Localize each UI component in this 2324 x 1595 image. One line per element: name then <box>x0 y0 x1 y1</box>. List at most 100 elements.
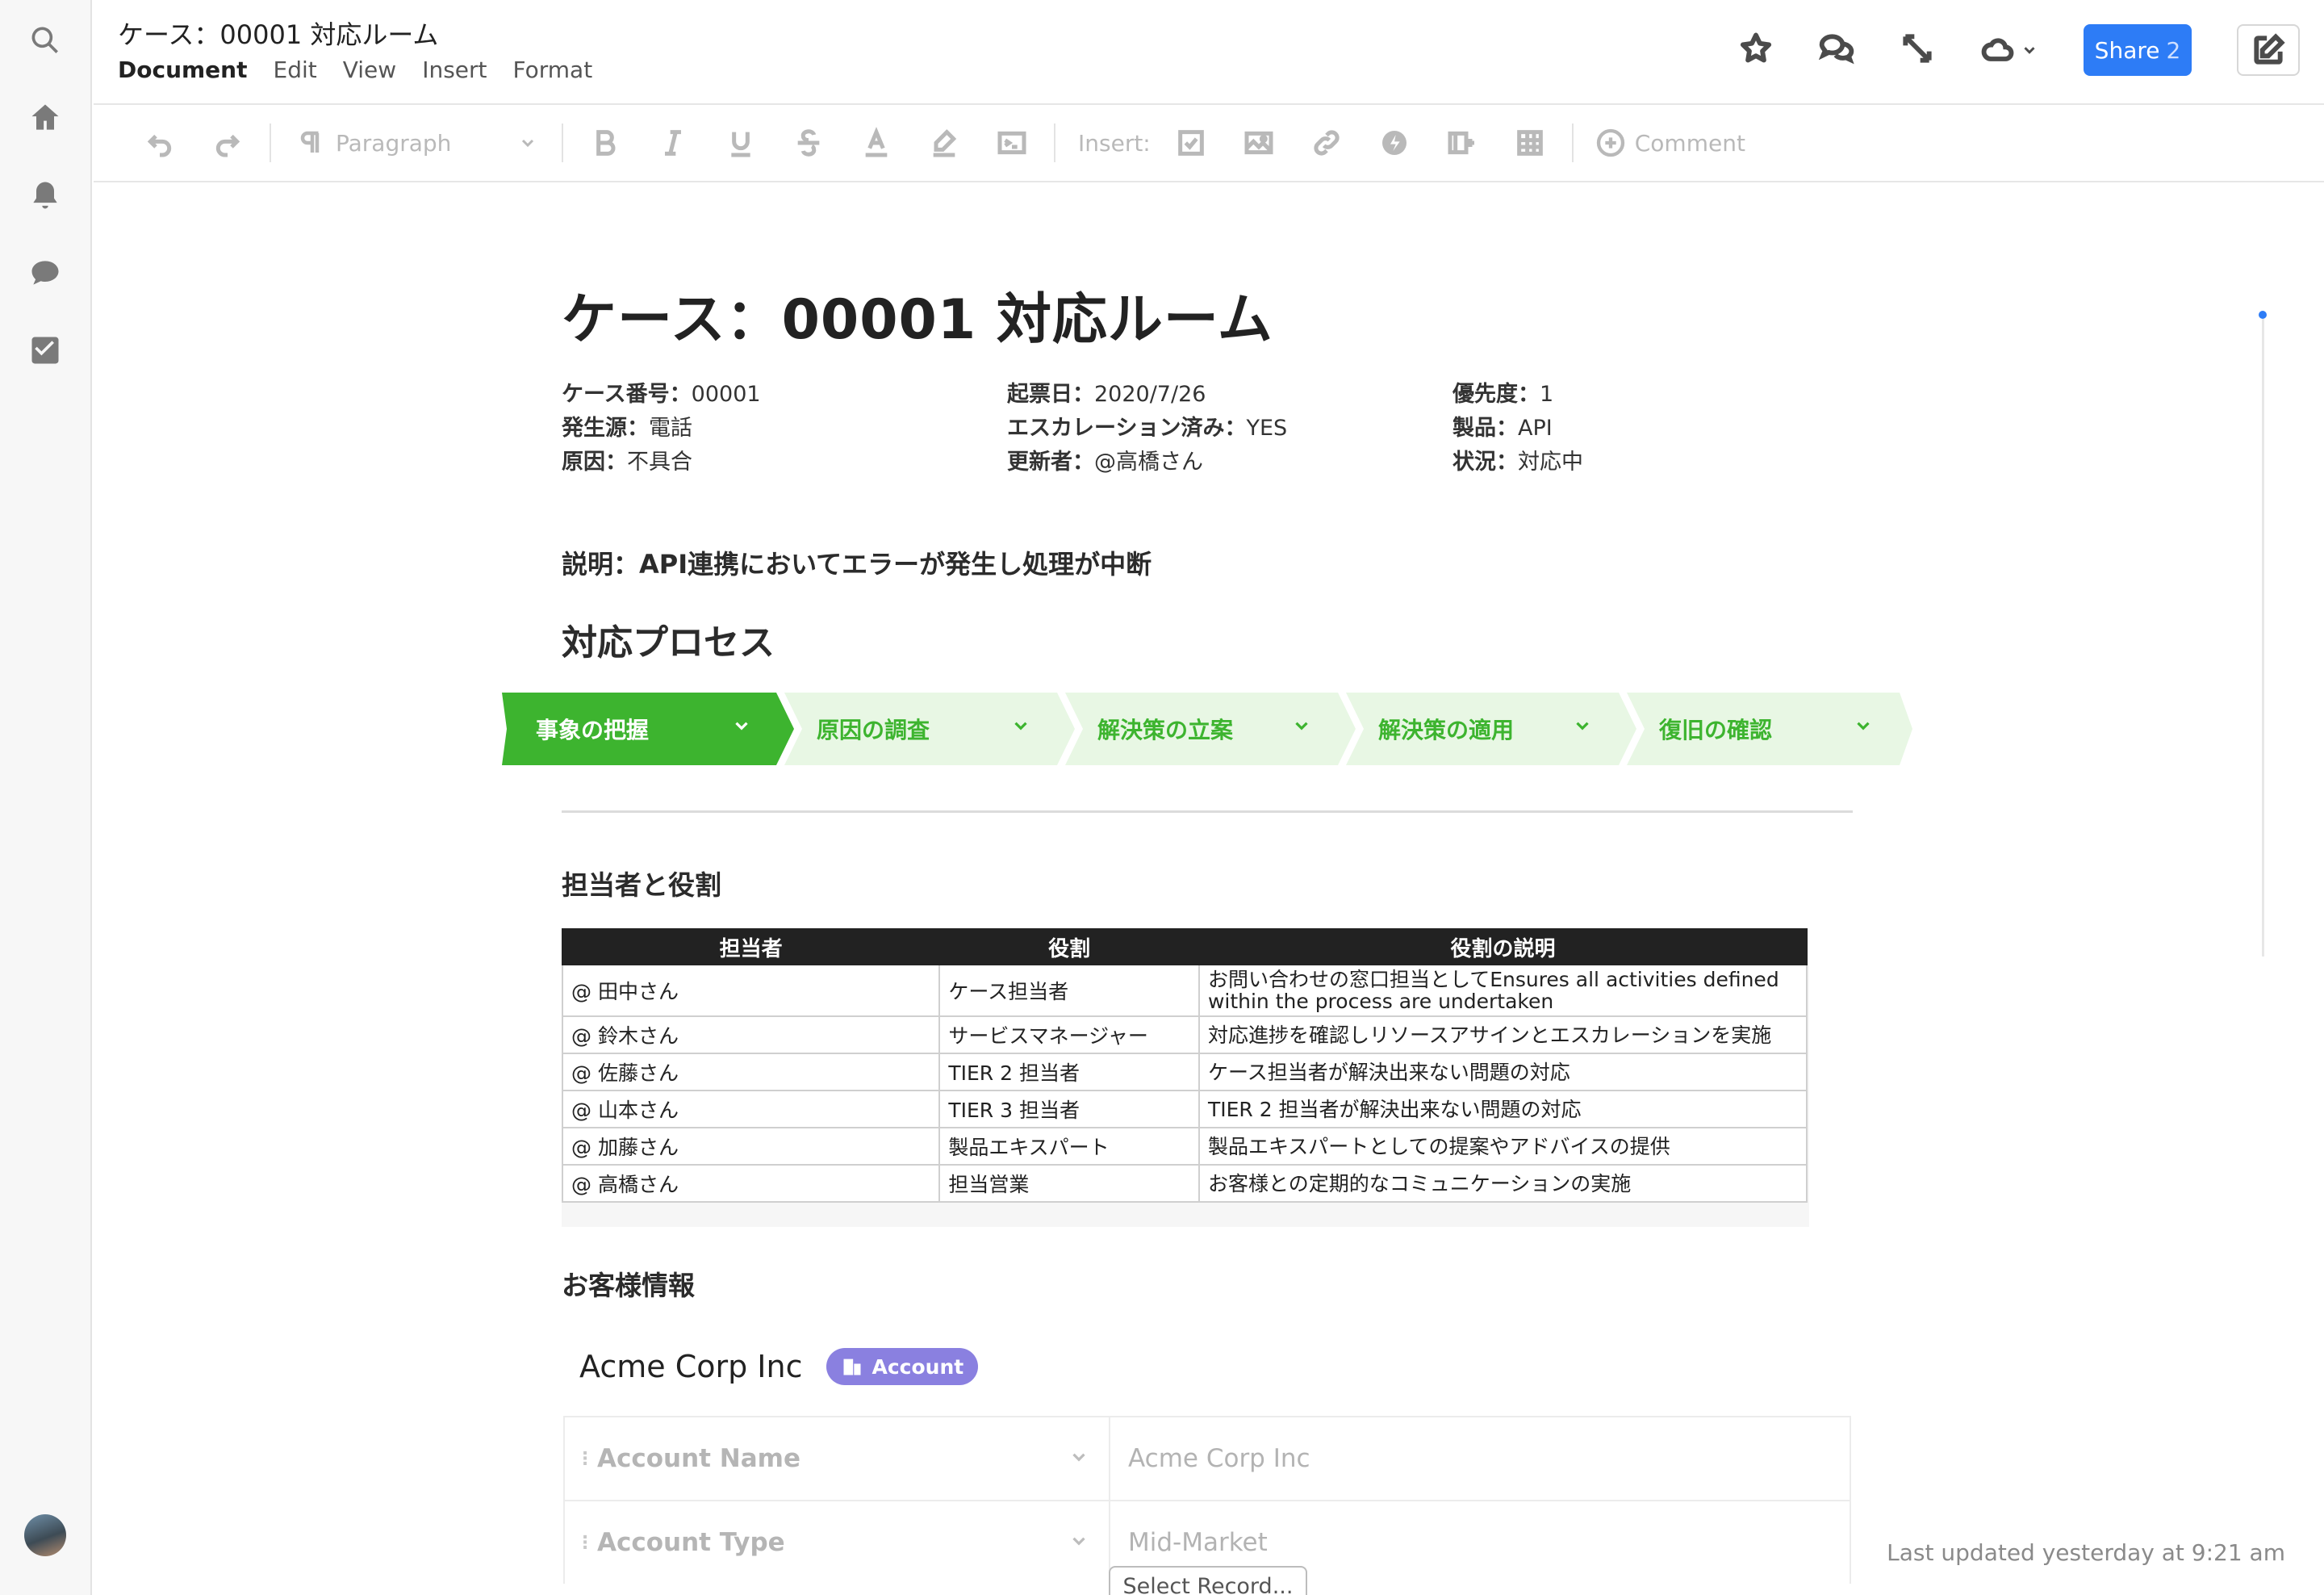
case-description[interactable]: 説明：API連携においてエラーが発生し処理が中断 <box>562 544 1152 581</box>
share-button[interactable]: Share 2 <box>2084 24 2192 76</box>
page-title[interactable]: ケース：00001 対応ルーム <box>562 274 1950 354</box>
role-cell[interactable]: TIER 3 担当者 <box>938 1090 1200 1128</box>
paragraph-style-select[interactable]: Paragraph <box>279 128 554 157</box>
comment-button[interactable]: Comment <box>1595 127 1745 159</box>
chevron-down-icon <box>1072 1537 1085 1546</box>
menu-insert[interactable]: Insert <box>422 57 487 83</box>
document-header: ケース：00001 対応ルーム Document Edit View Inser… <box>94 0 2324 105</box>
cloud-menu-icon[interactable] <box>1980 32 2038 68</box>
roles-heading[interactable]: 担当者と役割 <box>562 864 721 902</box>
underline-icon[interactable] <box>707 119 775 167</box>
role-description-cell[interactable]: お問い合わせの窓口担当としてEnsures all activities def… <box>1198 964 1808 1017</box>
scroll-position-marker[interactable] <box>2259 311 2267 319</box>
meta-field: 発生源：電話 <box>562 416 692 441</box>
assignee-cell[interactable]: @ 佐藤さん <box>561 1053 941 1091</box>
checkbox-icon[interactable] <box>24 329 66 371</box>
share-label: Share <box>2094 36 2160 64</box>
field-label[interactable]: ⋮ Account Name <box>565 1417 1110 1500</box>
table-row: @ 高橋さん 担当営業 お客様との定期的なコミュニケーションの実施 <box>561 1164 1808 1203</box>
assignee-cell[interactable]: @ 加藤さん <box>561 1127 941 1166</box>
drag-handle-icon[interactable]: ⋮ <box>576 1533 594 1553</box>
menu-view[interactable]: View <box>343 57 396 83</box>
table-row: @ 加藤さん 製品エキスパート 製品エキスパートとしての提案やアドバイスの提供 <box>561 1127 1808 1166</box>
code-block-icon[interactable] <box>978 119 1046 167</box>
role-cell[interactable]: 担当営業 <box>938 1164 1200 1203</box>
roles-table: 担当者 役割 役割の説明 @ 田中さん ケース担当者 お問い合わせの窓口担当とし… <box>561 928 1808 1203</box>
chevron-down-icon <box>1857 722 1870 731</box>
customer-heading[interactable]: お客様情報 <box>562 1264 695 1303</box>
drag-handle-icon[interactable]: ⋮ <box>576 1449 594 1469</box>
table-row: @ 山本さん TIER 3 担当者 TIER 2 担当者が解決出来ない問題の対応 <box>561 1090 1808 1128</box>
strikethrough-icon[interactable] <box>775 119 842 167</box>
image-icon[interactable] <box>1225 119 1293 167</box>
avatar[interactable] <box>24 1514 66 1556</box>
building-icon <box>843 1358 861 1375</box>
role-cell[interactable]: サービスマネージャー <box>938 1015 1200 1054</box>
star-icon[interactable] <box>1738 31 1774 69</box>
path-step[interactable]: 解決策の立案 <box>1064 693 1344 765</box>
insert-label: Insert: <box>1078 129 1151 157</box>
chat-bubble-icon[interactable] <box>24 252 66 294</box>
role-description-cell[interactable]: 製品エキスパートとしての提案やアドバイスの提供 <box>1198 1127 1808 1166</box>
assignee-cell[interactable]: @ 田中さん <box>561 964 941 1017</box>
select-record-button[interactable]: Select Record... <box>1109 1566 1307 1595</box>
role-description-cell[interactable]: 対応進捗を確認しリソースアサインとエスカレーションを実施 <box>1198 1015 1808 1054</box>
menu-format[interactable]: Format <box>513 57 593 83</box>
menu-document[interactable]: Document <box>118 57 248 83</box>
path-step[interactable]: 復旧の確認 <box>1625 693 1906 765</box>
role-description-cell[interactable]: ケース担当者が解決出来ない問題の対応 <box>1198 1053 1808 1091</box>
account-title[interactable]: Acme Corp Inc <box>579 1349 802 1384</box>
table-row: @ 田中さん ケース担当者 お問い合わせの窓口担当としてEnsures all … <box>561 964 1808 1017</box>
home-icon[interactable] <box>24 97 66 139</box>
chevron-down-icon <box>1295 722 1308 731</box>
share-count: 2 <box>2166 36 2181 64</box>
menu-bar: Document Edit View Insert Format <box>118 57 592 83</box>
field-label[interactable]: ⋮ Account Type <box>565 1501 1110 1584</box>
assignee-cell[interactable]: @ 山本さん <box>561 1090 941 1128</box>
role-cell[interactable]: 製品エキスパート <box>938 1127 1200 1166</box>
search-icon[interactable] <box>24 19 66 61</box>
checklist-icon[interactable] <box>1157 119 1225 167</box>
bell-icon[interactable] <box>24 174 66 216</box>
assignee-cell[interactable]: @ 鈴木さん <box>561 1015 941 1054</box>
document-title[interactable]: ケース：00001 対応ルーム <box>118 15 438 52</box>
embed-icon[interactable] <box>1428 119 1496 167</box>
role-cell[interactable]: TIER 2 担当者 <box>938 1053 1200 1091</box>
path-step[interactable]: 原因の調査 <box>783 693 1064 765</box>
conversation-icon[interactable] <box>1818 31 1854 69</box>
toolbar-divider <box>1054 123 1055 162</box>
role-cell[interactable]: ケース担当者 <box>938 964 1200 1017</box>
text-color-icon[interactable] <box>842 119 910 167</box>
role-description-cell[interactable]: お客様との定期的なコミュニケーションの実施 <box>1198 1164 1808 1203</box>
table-row: @ 佐藤さん TIER 2 担当者 ケース担当者が解決出来ない問題の対応 <box>561 1053 1808 1091</box>
assignee-cell[interactable]: @ 高橋さん <box>561 1164 941 1203</box>
account-badge-label: Account <box>872 1354 964 1379</box>
role-description-cell[interactable]: TIER 2 担当者が解決出来ない問題の対応 <box>1198 1090 1808 1128</box>
process-heading[interactable]: 対応プロセス <box>562 613 775 665</box>
meta-field: 起票日：2020/7/26 <box>1007 382 1206 407</box>
compose-button[interactable] <box>2237 24 2300 76</box>
italic-icon[interactable] <box>639 119 707 167</box>
redo-icon[interactable] <box>194 119 261 167</box>
lightning-icon[interactable] <box>1361 119 1428 167</box>
expand-icon[interactable] <box>1900 31 1935 69</box>
menu-edit[interactable]: Edit <box>274 57 317 83</box>
account-card-header: Acme Corp Inc Account <box>579 1348 979 1385</box>
undo-icon[interactable] <box>126 119 194 167</box>
field-value[interactable]: Acme Corp Inc <box>1110 1417 1850 1500</box>
pilcrow-icon <box>300 131 320 153</box>
path-step[interactable]: 事象の把握 <box>502 693 784 765</box>
meta-field: 更新者：@高橋さん <box>1007 450 1203 475</box>
table-icon[interactable] <box>1496 119 1564 167</box>
path-step[interactable]: 解決策の適用 <box>1344 693 1625 765</box>
meta-field: 製品：API <box>1452 416 1553 441</box>
link-icon[interactable] <box>1293 119 1361 167</box>
chevron-down-icon <box>1576 722 1589 731</box>
account-fields: ⋮ Account Name Acme Corp Inc ⋮ Account T… <box>563 1416 1851 1584</box>
highlight-icon[interactable] <box>910 119 978 167</box>
chevron-down-icon <box>735 722 748 731</box>
roles-table-container: 担当者 役割 役割の説明 @ 田中さん ケース担当者 お問い合わせの窓口担当とし… <box>561 928 1809 1227</box>
bold-icon[interactable] <box>571 119 639 167</box>
scrollbar-track[interactable] <box>2262 319 2264 957</box>
meta-field: ケース番号：00001 <box>562 382 761 407</box>
